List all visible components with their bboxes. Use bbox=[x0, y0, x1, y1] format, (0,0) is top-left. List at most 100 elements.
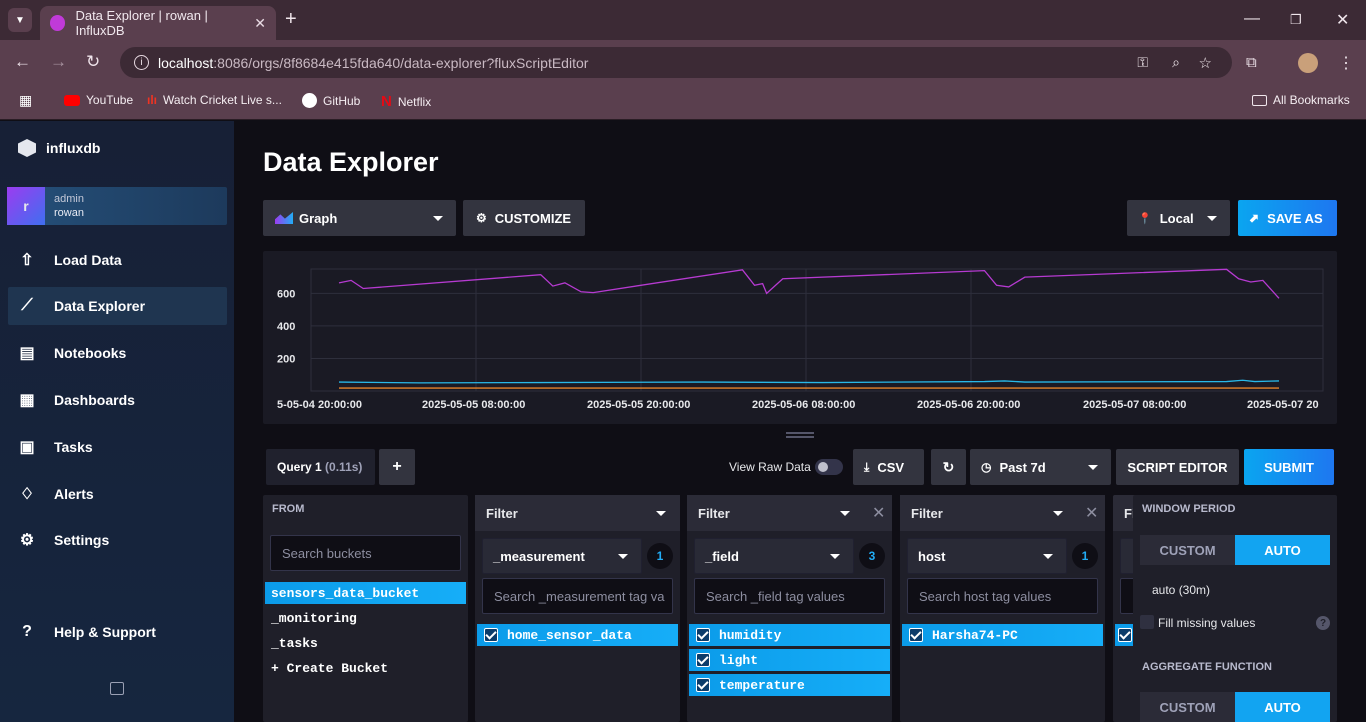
fill-missing-checkbox[interactable] bbox=[1140, 615, 1154, 629]
sidebar-item-label: Load Data bbox=[54, 252, 122, 268]
list-item-tag-value[interactable]: temperature bbox=[689, 674, 890, 696]
password-key-icon[interactable]: ⚿ bbox=[1137, 54, 1148, 71]
restore-icon[interactable]: ❐ bbox=[1290, 12, 1302, 28]
tag-search-input[interactable]: Search host tag values bbox=[907, 578, 1098, 614]
time-range-dropdown[interactable]: ◷ Past 7d bbox=[970, 449, 1111, 485]
refresh-button[interactable]: ↻ bbox=[931, 449, 966, 485]
new-tab-button[interactable]: + bbox=[285, 8, 297, 31]
zoom-icon[interactable]: ⌕ bbox=[1172, 54, 1180, 71]
browser-tab[interactable]: Data Explorer | rowan | InfluxDB ✕ bbox=[40, 6, 276, 40]
user-switcher[interactable]: r admin rowan bbox=[7, 187, 227, 225]
sidebar-item-help[interactable]: ? Help & Support bbox=[8, 613, 227, 651]
save-as-button[interactable]: ⬈ SAVE AS bbox=[1238, 200, 1337, 236]
customize-button[interactable]: ⚙ CUSTOMIZE bbox=[463, 200, 585, 236]
from-title: FROM bbox=[272, 503, 305, 515]
netflix-icon: N bbox=[381, 93, 392, 110]
remove-filter-icon[interactable]: ✕ bbox=[1085, 503, 1098, 523]
list-item-tag-value[interactable]: humidity bbox=[689, 624, 890, 646]
list-item-tag-value[interactable]: light bbox=[689, 649, 890, 671]
view-raw-toggle[interactable] bbox=[815, 459, 843, 475]
bookmark-star-icon[interactable]: ☆ bbox=[1199, 54, 1212, 72]
tag-search-input[interactable]: Search _measurement tag va bbox=[482, 578, 673, 614]
csv-button[interactable]: ⤓ CSV bbox=[853, 449, 924, 485]
forward-icon[interactable]: → bbox=[50, 52, 67, 72]
sidebar-item-tasks[interactable]: ▣ Tasks bbox=[8, 428, 227, 466]
collapse-sidebar-icon[interactable] bbox=[110, 682, 124, 695]
all-bookmarks[interactable]: All Bookmarks bbox=[1252, 93, 1350, 107]
x-tick-label: 2025-05-06 08:00:00 bbox=[752, 399, 855, 411]
sidebar-item-data-explorer[interactable]: ⟋ Data Explorer bbox=[8, 287, 227, 325]
bookmark-cricket[interactable]: ılı Watch Cricket Live s... bbox=[147, 93, 282, 107]
vis-type-dropdown[interactable]: Graph bbox=[263, 200, 456, 236]
sidebar-item-settings[interactable]: ⚙ Settings bbox=[8, 521, 227, 559]
sidebar-item-label: Dashboards bbox=[54, 392, 135, 408]
influxdb-favicon-icon bbox=[50, 15, 66, 31]
filter-function-dropdown[interactable]: Filter bbox=[687, 495, 892, 531]
plot-border bbox=[310, 268, 1324, 392]
extensions-icon[interactable]: ⧉ bbox=[1246, 54, 1257, 71]
tab-title: Data Explorer | rowan | InfluxDB bbox=[75, 8, 208, 38]
window-period-value: auto (30m) bbox=[1152, 583, 1211, 597]
bookmark-youtube[interactable]: YouTube bbox=[64, 93, 133, 107]
list-item-tag-value[interactable]: Harsha74-PC bbox=[902, 624, 1103, 646]
graph-panel[interactable]: 600 400 200 5-05-04 20:00:00 2025-05-05 08:0… bbox=[263, 251, 1337, 424]
back-icon[interactable]: ← bbox=[14, 52, 31, 72]
bookmark-github[interactable]: GitHub bbox=[302, 93, 360, 108]
list-item-bucket[interactable]: _monitoring bbox=[265, 607, 466, 629]
menu-kebab-icon[interactable]: ⋮ bbox=[1338, 53, 1354, 73]
list-item-bucket[interactable]: sensors_data_bucket bbox=[265, 582, 466, 604]
aggregate-custom-button[interactable]: CUSTOM bbox=[1140, 692, 1235, 722]
tag-search-input[interactable]: Search _field tag values bbox=[694, 578, 885, 614]
tab-search-button[interactable]: ▼ bbox=[8, 8, 32, 32]
submit-button[interactable]: SUBMIT bbox=[1244, 449, 1334, 485]
chevron-down-icon bbox=[1088, 465, 1098, 470]
sidebar-item-dashboards[interactable]: ▦ Dashboards bbox=[8, 381, 227, 419]
site-info-icon[interactable]: i bbox=[134, 55, 149, 70]
from-panel: FROM Search buckets sensors_data_bucket … bbox=[263, 495, 468, 722]
window-custom-button[interactable]: CUSTOM bbox=[1140, 535, 1235, 565]
help-icon[interactable]: ? bbox=[1316, 616, 1330, 630]
list-item-tag-value[interactable]: home_sensor_data bbox=[477, 624, 678, 646]
x-tick-label: 5-05-04 20:00:00 bbox=[277, 399, 362, 411]
sidebar-item-alerts[interactable]: ♢ Alerts bbox=[8, 475, 227, 513]
create-bucket-button[interactable]: + Create Bucket bbox=[265, 657, 466, 679]
reload-icon[interactable]: ↻ bbox=[86, 52, 100, 72]
bookmark-netflix[interactable]: N Netflix bbox=[381, 93, 431, 110]
profile-avatar[interactable] bbox=[1298, 53, 1318, 73]
window-close-icon[interactable]: ✕ bbox=[1336, 10, 1349, 30]
tag-key-dropdown[interactable]: _field bbox=[694, 538, 854, 574]
tag-key-dropdown[interactable]: host bbox=[907, 538, 1067, 574]
timezone-dropdown[interactable]: 📍 Local bbox=[1127, 200, 1230, 236]
user-role: admin bbox=[54, 193, 84, 205]
tag-key-dropdown[interactable]: _measurement bbox=[482, 538, 642, 574]
list-item-bucket[interactable]: _tasks bbox=[265, 632, 466, 654]
filter-function-dropdown[interactable]: Filter bbox=[475, 495, 680, 531]
bucket-search-input[interactable]: Search buckets bbox=[270, 535, 461, 571]
tab-query-1[interactable]: Query 1 (0.11s) bbox=[266, 449, 375, 485]
filter-function-dropdown[interactable]: Filter bbox=[900, 495, 1105, 531]
x-tick-label: 2025-05-06 20:00:00 bbox=[917, 399, 1020, 411]
sidebar-item-notebooks[interactable]: ▤ Notebooks bbox=[8, 334, 227, 372]
script-editor-button[interactable]: SCRIPT EDITOR bbox=[1116, 449, 1239, 485]
influxdb-logo[interactable]: influxdb bbox=[18, 139, 100, 157]
sidebar-item-label: Help & Support bbox=[54, 624, 156, 640]
tag-value-label: home_sensor_data bbox=[507, 627, 632, 643]
minimize-icon[interactable]: — bbox=[1244, 10, 1260, 28]
apps-grid-icon[interactable]: ▦ bbox=[19, 92, 32, 109]
sidebar-item-load-data[interactable]: ⇧ Load Data bbox=[8, 241, 227, 279]
aggregate-auto-button[interactable]: AUTO bbox=[1235, 692, 1330, 722]
chevron-down-icon bbox=[1043, 554, 1053, 559]
remove-filter-icon[interactable]: ✕ bbox=[872, 503, 885, 523]
github-icon bbox=[302, 93, 317, 108]
tab-close-icon[interactable]: ✕ bbox=[254, 15, 266, 32]
pin-icon: 📍 bbox=[1138, 212, 1152, 225]
line-chart[interactable]: 600 400 200 5-05-04 20:00:00 2025-05-05 08:0… bbox=[263, 251, 1337, 424]
url-field[interactable]: i localhost:8086/orgs/8f8684e415fda640/d… bbox=[120, 47, 1232, 78]
add-query-button[interactable]: + bbox=[379, 449, 415, 485]
avatar: r bbox=[7, 187, 45, 225]
chevron-down-icon bbox=[656, 511, 666, 516]
resize-handle[interactable] bbox=[786, 432, 814, 438]
checkbox-checked-icon bbox=[696, 628, 710, 642]
fill-missing-label: Fill missing values bbox=[1158, 616, 1256, 630]
window-auto-button[interactable]: AUTO bbox=[1235, 535, 1330, 565]
